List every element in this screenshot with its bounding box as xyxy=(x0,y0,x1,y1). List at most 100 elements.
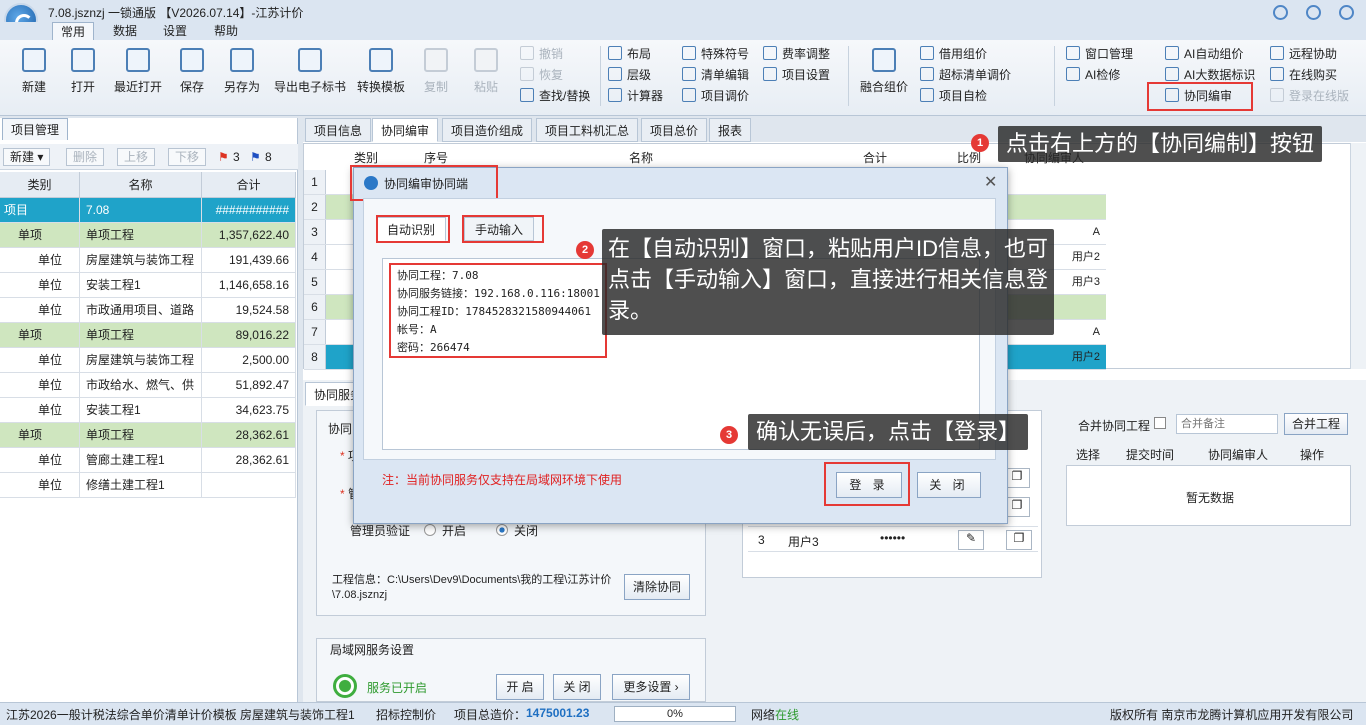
paste-button[interactable]: 粘贴 xyxy=(462,46,510,104)
login-button[interactable]: 登 录 xyxy=(836,472,902,498)
tab-help[interactable]: 帮助 xyxy=(205,22,247,40)
tab-project-total[interactable]: 项目总价 xyxy=(641,118,708,142)
row-total: 28,362.61 xyxy=(202,423,296,447)
merge-remark-input[interactable] xyxy=(1176,414,1278,434)
find-replace-button[interactable]: 查找/替换 xyxy=(520,87,590,105)
grid-col-name: 名称 xyxy=(628,151,653,165)
save-label: 保存 xyxy=(179,80,204,94)
project-settings-button[interactable]: 项目设置 xyxy=(763,66,830,84)
tab-settings[interactable]: 设置 xyxy=(154,22,196,40)
merge-pricing-button[interactable]: 融合组价 xyxy=(856,46,912,104)
window-title: 7.08.jsznzj 一锁通版 【V2026.07.14】-江苏计价 xyxy=(48,6,304,20)
table-row[interactable]: 单项 单项工程 28,362.61 xyxy=(0,423,296,448)
project-adjust-button[interactable]: 项目调价 xyxy=(682,87,749,105)
row-name: 安装工程1 xyxy=(80,398,202,422)
layout-button[interactable]: 布局 xyxy=(608,45,651,63)
table-row[interactable]: 单位 市政给水、燃气、供 51,892.47 xyxy=(0,373,296,398)
project-row[interactable]: 项目 7.08 ########### xyxy=(0,198,296,223)
level-button[interactable]: 层级 xyxy=(608,66,651,84)
red-flag-icon[interactable]: ⚑ xyxy=(218,150,229,164)
table-row[interactable]: 单项 单项工程 89,016.22 xyxy=(0,323,296,348)
table-row[interactable]: 单位 安装工程1 34,623.75 xyxy=(0,398,296,423)
special-symbol-button[interactable]: 特殊符号 xyxy=(682,45,749,63)
redo-button[interactable]: 恢复 xyxy=(520,66,563,84)
row-total: 19,524.58 xyxy=(202,298,296,322)
paste-icon xyxy=(474,48,498,72)
row-type: 单位 xyxy=(0,298,80,322)
recent-button[interactable]: 最近打开 xyxy=(110,46,166,104)
copy-button[interactable]: 复制 xyxy=(412,46,460,104)
over-limit-adjust-button[interactable]: 超标清单调价 xyxy=(920,66,1011,84)
grid-vertical-scrollbar[interactable] xyxy=(1350,143,1366,369)
admin-verify-label: 管理员验证 xyxy=(350,524,411,538)
close-window-icon[interactable] xyxy=(1339,5,1354,20)
dialog-note: 注：当前协同服务仅支持在局域网环境下使用 xyxy=(382,473,623,487)
tab-report[interactable]: 报表 xyxy=(709,118,752,142)
stop-service-button[interactable]: 关 闭 xyxy=(553,674,601,700)
tab-manual-input[interactable]: 手动输入 xyxy=(464,217,535,241)
tab-data[interactable]: 数据 xyxy=(104,22,146,40)
grid-reviewer-cell: 用户2 xyxy=(1071,351,1100,363)
tab-project-info[interactable]: 项目信息 xyxy=(305,118,372,142)
settings-icon[interactable] xyxy=(1306,5,1321,20)
export-bid-button[interactable]: 导出电子标书 xyxy=(272,46,348,104)
online-login-button[interactable]: 登录在线版 xyxy=(1270,87,1349,105)
grid-row-number: 4 xyxy=(304,245,326,269)
copy-row-icon[interactable]: ❐ xyxy=(1006,530,1032,550)
dialog-close-button[interactable]: 关 闭 xyxy=(917,472,981,498)
ai-auto-pricing-button[interactable]: AI自动组价 xyxy=(1165,45,1243,63)
blue-flag-icon[interactable]: ⚑ xyxy=(250,150,261,164)
edit-icon[interactable]: ✎ xyxy=(958,530,984,550)
table-row[interactable]: 单位 房屋建筑与装饰工程 2,500.00 xyxy=(0,348,296,373)
collab-review-button[interactable]: 协同编审 xyxy=(1165,87,1232,105)
undo-button[interactable]: 撤销 xyxy=(520,45,563,63)
open-button[interactable]: 打开 xyxy=(57,46,109,104)
row-total: 1,146,658.16 xyxy=(202,273,296,297)
radio-admin-on[interactable] xyxy=(424,524,436,536)
tab-collab-review[interactable]: 协同编审 xyxy=(372,118,439,142)
delete-button[interactable]: 删除 xyxy=(66,148,105,166)
save-as-button[interactable]: 另存为 xyxy=(216,46,268,104)
clear-collab-button[interactable]: 清除协同 xyxy=(624,574,690,600)
save-button[interactable]: 保存 xyxy=(166,46,218,104)
bill-edit-button[interactable]: 清单编辑 xyxy=(682,66,749,84)
table-row[interactable]: 单位 修缮土建工程1 xyxy=(0,473,296,498)
tab-auto-detect[interactable]: 自动识别 xyxy=(376,217,447,241)
move-down-button[interactable]: 下移 xyxy=(168,148,207,166)
calculator-button[interactable]: 计算器 xyxy=(608,87,663,105)
new-dropdown-button[interactable]: 新建 ▾ xyxy=(3,148,51,166)
start-service-button[interactable]: 开 启 xyxy=(496,674,544,700)
col-name: 名称 xyxy=(80,172,202,198)
rate-adjust-button[interactable]: 费率调整 xyxy=(763,45,830,63)
minimize-icon[interactable] xyxy=(1273,5,1288,20)
ai-big-data-button[interactable]: AI大数据标识 xyxy=(1165,66,1255,84)
table-row[interactable]: 单位 管廊土建工程1 28,362.61 xyxy=(0,448,296,473)
table-row[interactable]: 单位 市政通用项目、道路 19,524.58 xyxy=(0,298,296,323)
ai-repair-button[interactable]: AI检修 xyxy=(1066,66,1120,84)
status-bid-control: 招标控制价 xyxy=(376,708,437,722)
window-manage-button[interactable]: 窗口管理 xyxy=(1066,45,1133,63)
convert-template-button[interactable]: 转换模板 xyxy=(354,46,408,104)
move-up-button[interactable]: 上移 xyxy=(117,148,156,166)
merge-checkbox[interactable] xyxy=(1154,417,1166,429)
new-button[interactable]: 新建 xyxy=(8,46,60,104)
project-manager-tab[interactable]: 项目管理 xyxy=(2,118,68,140)
table-row[interactable]: 单位 房屋建筑与装饰工程 191,439.66 xyxy=(0,248,296,273)
clock-icon xyxy=(126,48,150,72)
self-check-button[interactable]: 项目自检 xyxy=(920,87,987,105)
grid-row-number: 5 xyxy=(304,270,326,294)
row-total: 2,500.00 xyxy=(202,348,296,372)
merge-project-button[interactable]: 合并工程 xyxy=(1284,413,1348,435)
row-name: 修缮土建工程1 xyxy=(80,473,202,497)
table-row[interactable]: 单项 单项工程 1,357,622.40 xyxy=(0,223,296,248)
table-row[interactable]: 单位 安装工程1 1,146,658.16 xyxy=(0,273,296,298)
more-settings-button[interactable]: 更多设置 › xyxy=(612,674,690,700)
tab-common[interactable]: 常用 xyxy=(52,22,94,40)
dialog-close-icon[interactable]: ✕ xyxy=(984,172,997,192)
borrow-pricing-button[interactable]: 借用组价 xyxy=(920,45,987,63)
remote-assist-button[interactable]: 远程协助 xyxy=(1270,45,1337,63)
online-buy-button[interactable]: 在线购买 xyxy=(1270,66,1337,84)
tab-material-summary[interactable]: 项目工料机汇总 xyxy=(536,118,639,142)
radio-admin-off[interactable] xyxy=(496,524,508,536)
tab-cost-composition[interactable]: 项目造价组成 xyxy=(442,118,533,142)
